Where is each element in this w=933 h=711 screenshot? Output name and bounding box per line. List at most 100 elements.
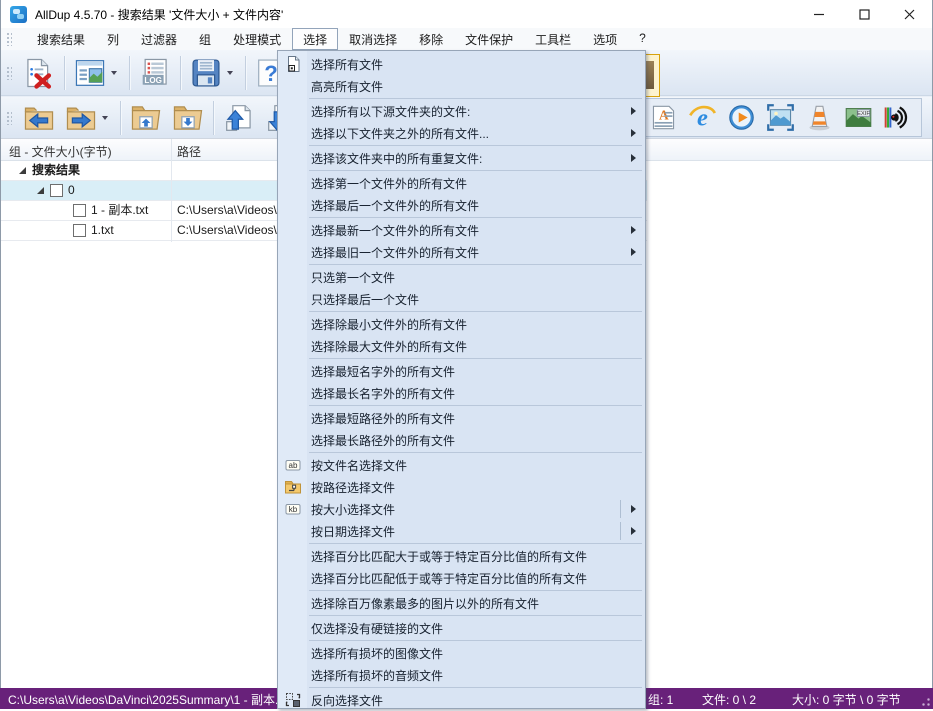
close-search-results-button[interactable] xyxy=(21,55,57,91)
image-preview-button[interactable] xyxy=(764,101,797,134)
menu-item[interactable]: 选择最短名字外的所有文件 xyxy=(278,360,645,382)
internet-explorer-button[interactable]: e xyxy=(686,101,719,134)
menu-separator xyxy=(309,590,642,591)
exif-button[interactable]: EXIF xyxy=(842,101,875,134)
menu-item-label: 选择第一个文件外的所有文件 xyxy=(311,176,468,191)
dropdown-arrow-icon[interactable] xyxy=(227,70,233,75)
text-viewer-button[interactable]: A xyxy=(647,101,680,134)
menubar-item-8[interactable]: 文件保护 xyxy=(454,28,524,50)
dropdown-arrow-icon[interactable] xyxy=(102,115,108,120)
tree-expander-icon[interactable] xyxy=(19,167,26,174)
menubar-item-3[interactable]: 组 xyxy=(188,28,222,50)
menu-item[interactable]: 高亮所有文件 xyxy=(278,75,645,97)
menu-item[interactable]: 选择除最小文件外的所有文件 xyxy=(278,313,645,335)
menu-item[interactable]: 选择所有以下源文件夹的文件: xyxy=(278,100,645,122)
menu-item[interactable]: 选择所有文件 xyxy=(278,53,645,75)
menu-item[interactable]: 选择除百万像素最多的图片以外的所有文件 xyxy=(278,592,645,614)
menu-item[interactable]: 选择该文件夹中的所有重复文件: xyxy=(278,147,645,169)
maximize-button[interactable] xyxy=(842,0,887,28)
menubar-item-9[interactable]: 工具栏 xyxy=(524,28,582,50)
submenu-arrow-icon xyxy=(631,107,636,115)
redo-folder-button[interactable] xyxy=(63,100,113,136)
menu-item[interactable]: 选择最新一个文件外的所有文件 xyxy=(278,219,645,241)
file-up-button[interactable] xyxy=(221,100,257,136)
undo-folder-icon xyxy=(23,102,55,134)
column-divider[interactable] xyxy=(171,139,172,161)
toolbar-grip[interactable] xyxy=(6,65,12,80)
svg-text:LOG: LOG xyxy=(144,75,162,84)
menu-item-label: 选择以下文件夹之外的所有文件... xyxy=(311,126,490,141)
toolbar-separator xyxy=(245,55,246,90)
menubar-item-2[interactable]: 过滤器 xyxy=(130,28,188,50)
menubar-grip[interactable] xyxy=(6,32,12,46)
row-path: C:\Users\a\Videos\ xyxy=(177,203,277,217)
menubar-item-7[interactable]: 移除 xyxy=(408,28,454,50)
menu-separator xyxy=(309,615,642,616)
menu-item[interactable]: 选择最后一个文件外的所有文件 xyxy=(278,194,645,216)
menu-item[interactable]: 反向选择文件 xyxy=(278,689,645,711)
menu-item-label: 选择除最大文件外的所有文件 xyxy=(311,339,468,354)
close-button[interactable] xyxy=(887,0,932,28)
row-checkbox[interactable] xyxy=(73,224,86,237)
menu-item-label: 选择该文件夹中的所有重复文件: xyxy=(311,151,483,166)
menu-item[interactable]: 选择除最大文件外的所有文件 xyxy=(278,335,645,357)
menubar-item-0[interactable]: 搜索结果 xyxy=(26,28,96,50)
column-gridline xyxy=(171,161,172,242)
save-button[interactable] xyxy=(188,55,238,91)
menubar-item-1[interactable]: 列 xyxy=(96,28,130,50)
menu-item[interactable]: 选择以下文件夹之外的所有文件... xyxy=(278,122,645,144)
menu-item[interactable]: 按日期选择文件 xyxy=(278,520,645,542)
menu-item[interactable]: 按路径选择文件 xyxy=(278,476,645,498)
undo-folder-button[interactable] xyxy=(21,100,57,136)
folder-up-button[interactable] xyxy=(128,100,164,136)
row-label: 1.txt xyxy=(91,223,114,237)
toolbar-grip-2[interactable] xyxy=(6,110,12,125)
resize-grip[interactable] xyxy=(919,695,931,707)
menu-item[interactable]: 只选第一个文件 xyxy=(278,266,645,288)
menu-item[interactable]: 选择第一个文件外的所有文件 xyxy=(278,172,645,194)
submenu-arrow-icon xyxy=(631,248,636,256)
menu-separator xyxy=(309,405,642,406)
menu-item[interactable]: 选择所有损坏的音频文件 xyxy=(278,664,645,686)
close-search-results-icon xyxy=(23,57,55,89)
toolbar-separator xyxy=(64,55,65,90)
menubar-item-11[interactable]: ? xyxy=(628,28,657,50)
select-by-name-icon: ab xyxy=(284,456,302,474)
log-button[interactable]: LOG xyxy=(137,55,173,91)
row-checkbox[interactable] xyxy=(73,204,86,217)
menu-item[interactable]: 选择最短路径外的所有文件 xyxy=(278,407,645,429)
menu-item[interactable]: ab 按文件名选择文件 xyxy=(278,454,645,476)
menu-item[interactable]: 选择最长路径外的所有文件 xyxy=(278,429,645,451)
column-header-path[interactable]: 路径 xyxy=(177,143,201,160)
menu-item[interactable]: kb 按大小选择文件 xyxy=(278,498,645,520)
menu-item[interactable]: 选择最长名字外的所有文件 xyxy=(278,382,645,404)
media-player-button[interactable] xyxy=(725,101,758,134)
folder-down-button[interactable] xyxy=(170,100,206,136)
menu-item[interactable]: 选择百分比匹配低于或等于特定百分比值的所有文件 xyxy=(278,567,645,589)
alldup-window: AllDup 4.5.70 - 搜索结果 '文件大小 + 文件内容' 搜索结果列… xyxy=(0,0,933,709)
menu-item[interactable]: 选择所有损坏的图像文件 xyxy=(278,642,645,664)
audio-analyze-button[interactable] xyxy=(881,101,914,134)
menu-separator xyxy=(309,264,642,265)
preview-mode-button[interactable] xyxy=(72,55,122,91)
menu-item-label: 反向选择文件 xyxy=(311,693,384,708)
menu-item[interactable]: 仅选择没有硬链接的文件 xyxy=(278,617,645,639)
vlc-button[interactable] xyxy=(803,101,836,134)
menu-item[interactable]: 选择最旧一个文件外的所有文件 xyxy=(278,241,645,263)
menubar-item-5[interactable]: 选择 xyxy=(292,28,339,50)
menubar-item-6[interactable]: 取消选择 xyxy=(338,28,408,50)
menu-item[interactable]: 选择百分比匹配大于或等于特定百分比值的所有文件 xyxy=(278,545,645,567)
menu-separator xyxy=(309,217,642,218)
menubar-item-4[interactable]: 处理模式 xyxy=(222,28,292,50)
menu-item-label: 只选第一个文件 xyxy=(311,270,396,285)
titlebar: AllDup 4.5.70 - 搜索结果 '文件大小 + 文件内容' xyxy=(1,0,932,28)
svg-text:EXIF: EXIF xyxy=(857,111,870,117)
menu-separator xyxy=(309,687,642,688)
menubar-item-10[interactable]: 选项 xyxy=(582,28,628,50)
column-header-group-size[interactable]: 组 - 文件大小(字节) xyxy=(9,143,112,160)
tree-expander-icon[interactable] xyxy=(37,187,44,194)
dropdown-arrow-icon[interactable] xyxy=(111,70,117,75)
minimize-button[interactable] xyxy=(797,0,842,28)
row-checkbox[interactable] xyxy=(50,184,63,197)
menu-item[interactable]: 只选择最后一个文件 xyxy=(278,288,645,310)
